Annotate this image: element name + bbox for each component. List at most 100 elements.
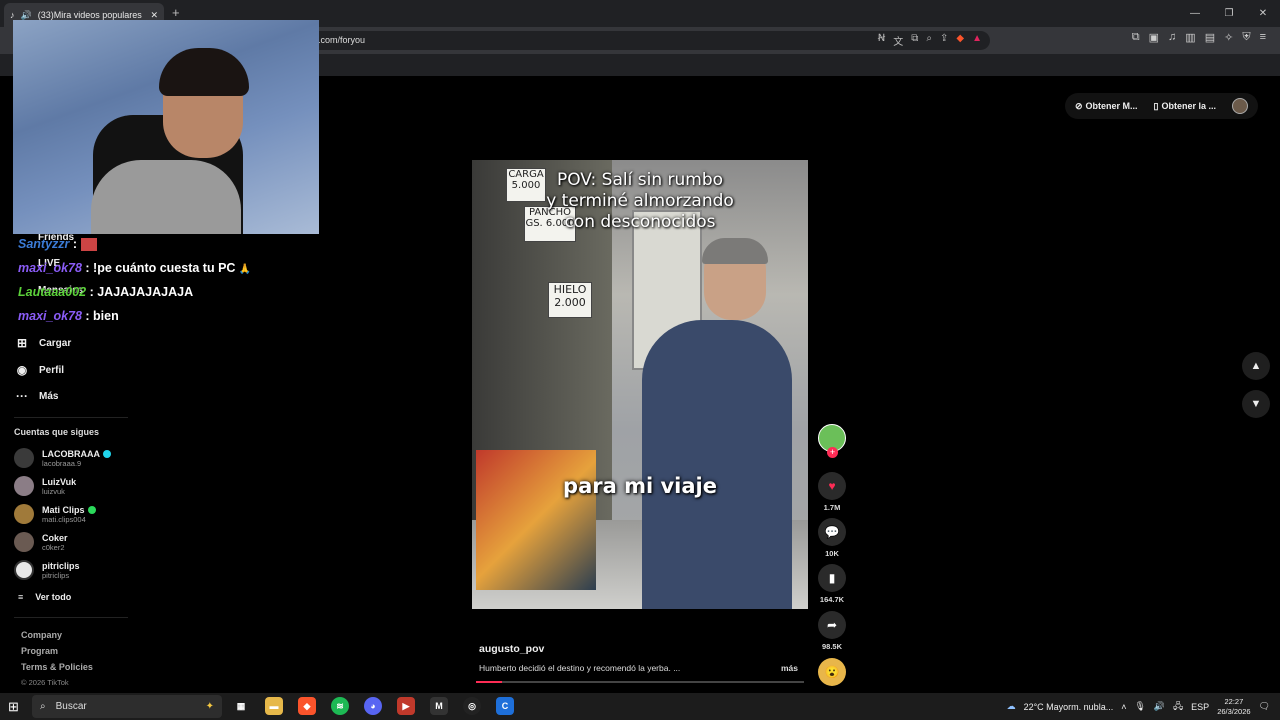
clock[interactable]: 22:27 26/3/2026 — [1217, 697, 1250, 717]
tray-chevron-icon[interactable]: ˄ — [1121, 702, 1126, 712]
spotify-icon[interactable]: ≋ — [331, 697, 349, 715]
chat-message: maxi_ok78 : bien — [18, 309, 119, 323]
like-button[interactable]: ♥ 1.7M — [818, 472, 846, 512]
brave-browser-icon[interactable]: ◆ — [298, 697, 316, 715]
save-button[interactable]: ▮ 164.7K — [818, 564, 846, 604]
search-label: Buscar — [55, 701, 87, 712]
see-all-button[interactable]: ≡ Ver todo — [18, 592, 71, 602]
following-account[interactable]: LACOBRAAA lacobraaa.9 — [14, 448, 111, 468]
capcut-icon[interactable]: C — [496, 697, 514, 715]
audio-icon[interactable]: 🔊 — [21, 10, 32, 21]
taskbar-search[interactable]: ⌕ Buscar ✦ — [32, 695, 222, 718]
footer-link-program[interactable]: Program — [21, 646, 58, 656]
previous-video-button[interactable]: ▲ — [1242, 352, 1270, 380]
man-hair — [702, 238, 768, 264]
share-icon[interactable]: ⇪ — [940, 33, 948, 48]
sidebar-item-profile[interactable]: ◉ Perfil — [14, 363, 64, 377]
notifications-icon[interactable]: 🗨 — [1259, 701, 1270, 712]
restore-button[interactable]: ❐ — [1212, 0, 1246, 27]
see-all-label: Ver todo — [35, 592, 72, 602]
menu-icon[interactable]: ≡ — [1260, 31, 1266, 44]
leo-ai-icon[interactable]: ✧ — [1224, 31, 1233, 44]
speaker-icon[interactable]: 🔊 — [1154, 701, 1165, 712]
next-video-button[interactable]: ▼ — [1242, 390, 1270, 418]
chat-username: Lautaaa002 — [18, 285, 87, 299]
following-account[interactable]: pitriclips pitriclips — [14, 560, 80, 580]
share-count: 98.5K — [821, 642, 842, 651]
emote-icon — [80, 238, 97, 252]
get-mobile-app-button[interactable]: ▯ Obtener la ... — [1154, 101, 1216, 112]
top-actions: ⊘ Obtener M... ▯ Obtener la ... — [1064, 93, 1258, 119]
brave-shield-icon[interactable]: ◆ — [956, 33, 964, 48]
zoom-icon[interactable]: ⌕ — [926, 33, 932, 48]
video-editor-icon[interactable]: ▶ — [397, 697, 415, 715]
window-controls: — ❐ ✕ — [1178, 0, 1280, 27]
weather-icon[interactable]: ☁ — [1007, 701, 1016, 712]
price-sign: HIELO 2.000 — [548, 282, 592, 318]
tab-title: (33)Mira videos populares se — [37, 10, 145, 20]
sidebar-item-more[interactable]: ··· Más — [14, 389, 58, 403]
taskbar-apps: ▦ ▬ ◆ ≋ ◕ ▶ M ◎ C — [232, 697, 514, 715]
app-icon[interactable]: M — [430, 697, 448, 715]
comment-button[interactable]: 💬 10K — [818, 518, 846, 558]
task-view-icon[interactable]: ▦ — [232, 697, 250, 715]
new-tab-button[interactable]: + — [172, 5, 180, 20]
follow-plus-icon[interactable]: + — [827, 447, 838, 458]
download-icon: ⊘ — [1074, 100, 1083, 111]
translate-icon[interactable]: 文 — [893, 33, 903, 48]
creator-avatar-button[interactable]: + — [818, 424, 846, 458]
following-account[interactable]: LuizVuk luizvuk — [14, 476, 76, 496]
extension-icons: ⧉ ▣ ♫ ▥ ▤ ✧ ⛨ ≡ — [1132, 31, 1266, 44]
avatar — [14, 560, 34, 580]
music-icon[interactable]: ♫ — [1168, 31, 1176, 44]
footer-link-terms[interactable]: Terms & Policies — [21, 662, 93, 672]
network-icon[interactable]: 🖧 — [1173, 699, 1183, 715]
minimize-button[interactable]: — — [1178, 0, 1212, 27]
file-explorer-icon[interactable]: ▬ — [265, 697, 283, 715]
close-window-button[interactable]: ✕ — [1246, 0, 1280, 27]
video-progress-fill — [476, 681, 503, 683]
live-badge-icon — [87, 506, 96, 515]
reader-mode-icon[interactable]: Ꞥ — [878, 33, 885, 48]
following-account[interactable]: Mati Clips mati.clips004 — [14, 504, 96, 524]
extensions-icon[interactable]: ⧉ — [1132, 31, 1140, 44]
windows-start-icon[interactable]: ⊞ — [8, 699, 19, 715]
music-disc-button[interactable]: 😮 — [818, 658, 846, 686]
chat-text: !pe cuánto cuesta tu PC — [93, 261, 236, 275]
obs-icon[interactable]: ◎ — [463, 697, 481, 715]
wallet-icon[interactable]: ▤ — [1205, 31, 1215, 44]
vpn-icon[interactable]: ⛨ — [1242, 31, 1250, 44]
microphone-icon[interactable]: 🎙 — [1134, 701, 1145, 712]
video-progress[interactable] — [476, 681, 804, 683]
chevron-down-icon: ▼ — [1250, 398, 1262, 410]
account-handle: pitriclips — [42, 570, 70, 580]
account-handle: mati.clips004 — [42, 514, 86, 524]
screenshot-icon[interactable]: ▣ — [1149, 31, 1159, 44]
more-button[interactable]: más — [781, 663, 798, 673]
following-account[interactable]: Coker c0ker2 — [14, 532, 68, 552]
profile-icon: ◉ — [16, 363, 28, 377]
account-name: Coker — [42, 532, 68, 543]
url-field[interactable]: .com/foryou Ꞥ 文 ⧉ ⌕ ⇪ ◆ ▲ — [300, 31, 990, 50]
discord-icon[interactable]: ◕ — [364, 697, 382, 715]
chat-text: bien — [93, 309, 119, 323]
search-highlight-icon: ✦ — [205, 701, 214, 712]
brave-rewards-icon[interactable]: ▲ — [972, 33, 982, 48]
tab-close-icon[interactable]: ✕ — [150, 10, 158, 21]
share-button[interactable]: ➦ 98.5K — [818, 611, 846, 651]
chat-username: Santyzzr — [18, 237, 70, 251]
share-arrow-icon: ➦ — [818, 611, 846, 639]
get-app-button[interactable]: ⊘ Obtener M... — [1075, 101, 1138, 112]
weather-text[interactable]: 22°C Mayorm. nubla... — [1024, 702, 1114, 712]
footer-link-company[interactable]: Company — [21, 630, 62, 640]
lang-label[interactable]: ESP — [1191, 702, 1209, 712]
sidebar-icon[interactable]: ▥ — [1185, 31, 1195, 44]
open-external-icon[interactable]: ⧉ — [911, 33, 918, 48]
url-text: .com/foryou — [318, 35, 366, 45]
video-player[interactable]: CARGA 5.000 PANCHO GS. 6.000 HIELO 2.000… — [472, 160, 808, 609]
date: 26/3/2026 — [1217, 706, 1251, 716]
sidebar-item-upload[interactable]: ⊞ Cargar — [14, 336, 71, 350]
search-icon: ⌕ — [40, 701, 46, 712]
user-avatar[interactable] — [1232, 98, 1248, 114]
video-author[interactable]: augusto_pov — [479, 643, 544, 655]
